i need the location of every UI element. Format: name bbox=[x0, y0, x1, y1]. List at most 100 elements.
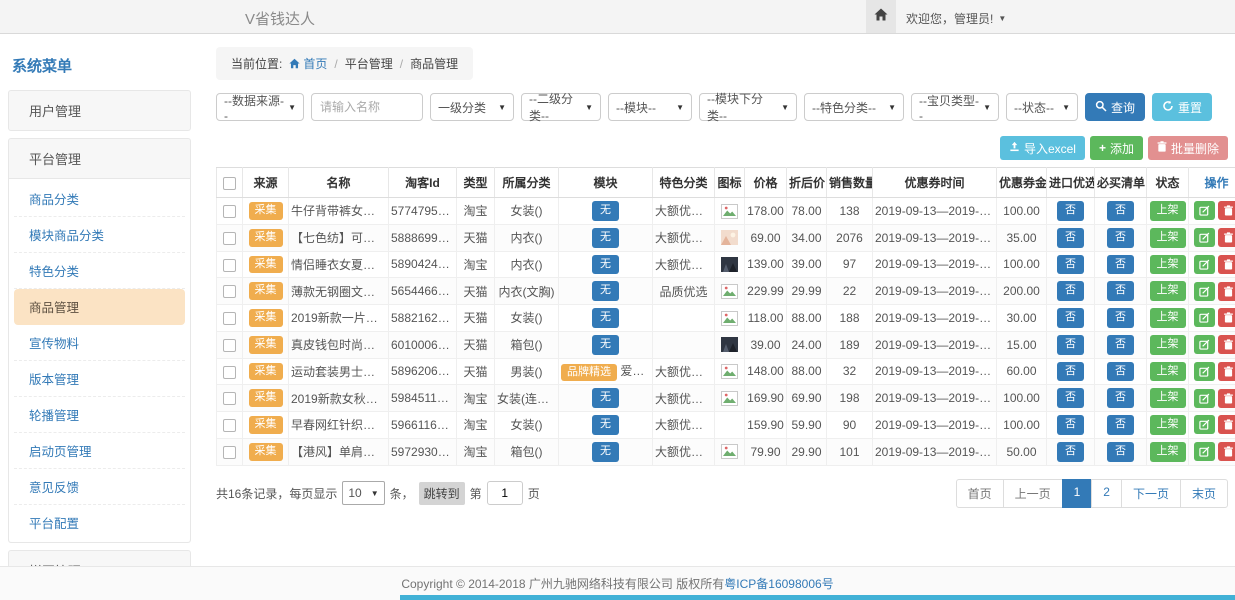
import-toggle-badge[interactable]: 否 bbox=[1057, 308, 1084, 328]
import-excel-button[interactable]: 导入excel bbox=[1000, 136, 1085, 160]
page-size-select[interactable]: 10 ▼ bbox=[342, 481, 384, 505]
page-button[interactable]: 首页 bbox=[956, 479, 1004, 508]
row-checkbox[interactable] bbox=[223, 232, 236, 245]
sidebar-item[interactable]: 平台配置 bbox=[14, 505, 185, 540]
delete-button[interactable] bbox=[1218, 201, 1235, 220]
delete-button[interactable] bbox=[1218, 389, 1235, 408]
add-button[interactable]: + 添加 bbox=[1090, 136, 1143, 160]
select-all-checkbox[interactable] bbox=[223, 177, 236, 190]
edit-button[interactable] bbox=[1194, 335, 1215, 354]
filter-select-6[interactable]: --宝贝类型--▼ bbox=[911, 93, 999, 121]
page-button[interactable]: 上一页 bbox=[1003, 479, 1063, 508]
row-checkbox[interactable] bbox=[223, 366, 236, 379]
edit-button[interactable] bbox=[1194, 415, 1215, 434]
status-badge[interactable]: 上架 bbox=[1150, 201, 1186, 221]
status-badge[interactable]: 上架 bbox=[1150, 281, 1186, 301]
edit-button[interactable] bbox=[1194, 389, 1215, 408]
sidebar-item[interactable]: 启动页管理 bbox=[14, 433, 185, 469]
row-checkbox[interactable] bbox=[223, 419, 236, 432]
must-buy-toggle-badge[interactable]: 否 bbox=[1107, 362, 1134, 382]
filter-select-1[interactable]: 一级分类▼ bbox=[430, 93, 514, 121]
must-buy-toggle-badge[interactable]: 否 bbox=[1107, 335, 1134, 355]
status-badge[interactable]: 上架 bbox=[1150, 255, 1186, 275]
status-badge[interactable]: 上架 bbox=[1150, 388, 1186, 408]
sidebar-item[interactable]: 商品管理 bbox=[14, 289, 185, 325]
breadcrumb-home-link[interactable]: 首页 bbox=[289, 55, 327, 72]
page-button[interactable]: 2 bbox=[1091, 479, 1122, 508]
must-buy-toggle-badge[interactable]: 否 bbox=[1107, 228, 1134, 248]
sidebar-item[interactable]: 轮播管理 bbox=[14, 397, 185, 433]
sidebar-item[interactable]: 模块商品分类 bbox=[14, 217, 185, 253]
row-checkbox[interactable] bbox=[223, 285, 236, 298]
sidebar-group-header[interactable]: 拼团管理 bbox=[9, 551, 190, 566]
filter-select-3[interactable]: --模块--▼ bbox=[608, 93, 692, 121]
import-toggle-badge[interactable]: 否 bbox=[1057, 228, 1084, 248]
page-button[interactable]: 下一页 bbox=[1121, 479, 1181, 508]
edit-button[interactable] bbox=[1194, 442, 1215, 461]
row-checkbox[interactable] bbox=[223, 446, 236, 459]
sidebar-item[interactable]: 商品分类 bbox=[14, 181, 185, 217]
batch-delete-button[interactable]: 批量删除 bbox=[1148, 136, 1228, 160]
delete-button[interactable] bbox=[1218, 335, 1235, 354]
import-toggle-badge[interactable]: 否 bbox=[1057, 201, 1084, 221]
sidebar-item[interactable]: 特色分类 bbox=[14, 253, 185, 289]
import-toggle-badge[interactable]: 否 bbox=[1057, 415, 1084, 435]
status-badge[interactable]: 上架 bbox=[1150, 308, 1186, 328]
delete-button[interactable] bbox=[1218, 442, 1235, 461]
sidebar-item[interactable]: 版本管理 bbox=[14, 361, 185, 397]
data-source-select[interactable]: --数据来源--▼ bbox=[216, 93, 304, 121]
filter-select-7[interactable]: --状态--▼ bbox=[1006, 93, 1078, 121]
delete-button[interactable] bbox=[1218, 308, 1235, 327]
row-checkbox[interactable] bbox=[223, 259, 236, 272]
must-buy-toggle-badge[interactable]: 否 bbox=[1107, 415, 1134, 435]
status-badge[interactable]: 上架 bbox=[1150, 335, 1186, 355]
delete-button[interactable] bbox=[1218, 415, 1235, 434]
import-toggle-badge[interactable]: 否 bbox=[1057, 335, 1084, 355]
edit-button[interactable] bbox=[1194, 282, 1215, 301]
import-toggle-badge[interactable]: 否 bbox=[1057, 281, 1084, 301]
edit-button[interactable] bbox=[1194, 362, 1215, 381]
filter-select-2[interactable]: --二级分类--▼ bbox=[521, 93, 601, 121]
status-badge[interactable]: 上架 bbox=[1150, 228, 1186, 248]
filter-select-4[interactable]: --模块下分类--▼ bbox=[699, 93, 797, 121]
must-buy-toggle-badge[interactable]: 否 bbox=[1107, 388, 1134, 408]
page-button[interactable]: 末页 bbox=[1180, 479, 1228, 508]
must-buy-toggle-badge[interactable]: 否 bbox=[1107, 281, 1134, 301]
home-button[interactable] bbox=[866, 0, 896, 33]
delete-button[interactable] bbox=[1218, 228, 1235, 247]
status-badge[interactable]: 上架 bbox=[1150, 415, 1186, 435]
row-checkbox[interactable] bbox=[223, 339, 236, 352]
row-checkbox[interactable] bbox=[223, 205, 236, 218]
must-buy-toggle-badge[interactable]: 否 bbox=[1107, 255, 1134, 275]
edit-button[interactable] bbox=[1194, 201, 1215, 220]
must-buy-toggle-badge[interactable]: 否 bbox=[1107, 308, 1134, 328]
edit-button[interactable] bbox=[1194, 308, 1215, 327]
delete-button[interactable] bbox=[1218, 255, 1235, 274]
jump-button[interactable]: 跳转到 bbox=[419, 482, 465, 505]
import-toggle-badge[interactable]: 否 bbox=[1057, 362, 1084, 382]
sidebar-item[interactable]: 意见反馈 bbox=[14, 469, 185, 505]
must-buy-toggle-badge[interactable]: 否 bbox=[1107, 442, 1134, 462]
filter-select-5[interactable]: --特色分类--▼ bbox=[804, 93, 904, 121]
icp-link[interactable]: 粤ICP备16098006号 bbox=[724, 575, 833, 592]
page-button[interactable]: 1 bbox=[1062, 479, 1093, 508]
delete-button[interactable] bbox=[1218, 362, 1235, 381]
import-toggle-badge[interactable]: 否 bbox=[1057, 388, 1084, 408]
delete-button[interactable] bbox=[1218, 282, 1235, 301]
name-search-input[interactable] bbox=[311, 93, 423, 121]
edit-button[interactable] bbox=[1194, 255, 1215, 274]
edit-button[interactable] bbox=[1194, 228, 1215, 247]
jump-page-input[interactable] bbox=[487, 481, 523, 505]
reset-button[interactable]: 重置 bbox=[1152, 93, 1212, 121]
must-buy-toggle-badge[interactable]: 否 bbox=[1107, 201, 1134, 221]
search-button[interactable]: 查询 bbox=[1085, 93, 1145, 121]
status-badge[interactable]: 上架 bbox=[1150, 442, 1186, 462]
sidebar-group-header[interactable]: 用户管理 bbox=[9, 91, 190, 130]
row-checkbox[interactable] bbox=[223, 312, 236, 325]
sidebar-group-header[interactable]: 平台管理 bbox=[9, 139, 190, 178]
status-badge[interactable]: 上架 bbox=[1150, 362, 1186, 382]
import-toggle-badge[interactable]: 否 bbox=[1057, 442, 1084, 462]
import-toggle-badge[interactable]: 否 bbox=[1057, 255, 1084, 275]
row-checkbox[interactable] bbox=[223, 392, 236, 405]
user-menu[interactable]: 欢迎您，管理员! ▼ bbox=[906, 10, 1006, 27]
